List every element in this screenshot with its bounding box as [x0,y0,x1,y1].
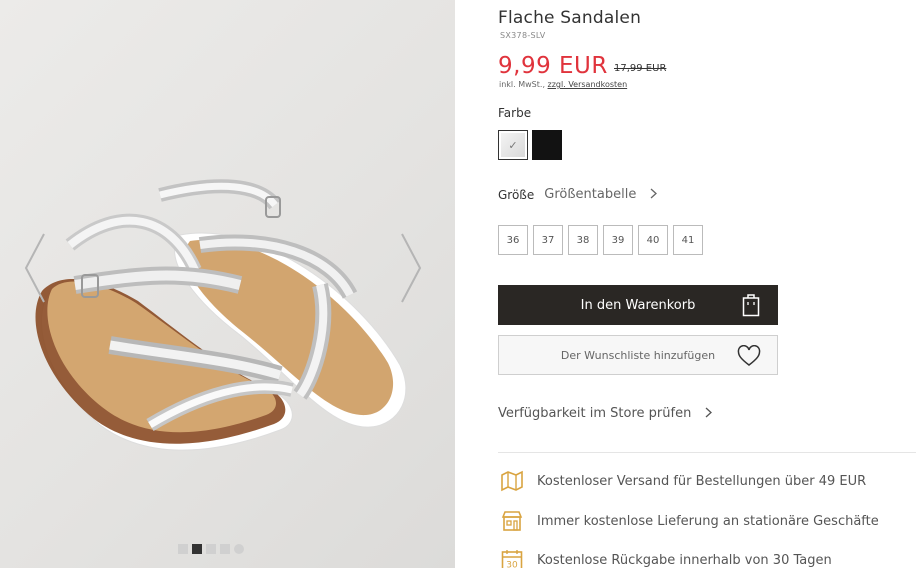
add-to-wishlist-button[interactable]: Der Wunschliste hinzufügen [498,335,778,375]
map-box-icon [498,467,526,495]
chevron-right-icon [650,188,658,202]
benefit-text: Kostenloser Versand für Bestellungen übe… [537,473,867,489]
check-store-availability-link[interactable]: Verfügbarkeit im Store prüfen [498,406,713,421]
add-to-cart-label: In den Warenkorb [580,297,696,313]
size-option-41[interactable]: 41 [673,225,703,255]
vat-text: inkl. MwSt., [499,80,545,89]
product-image [35,179,407,451]
gallery-dot[interactable] [220,544,230,554]
add-to-cart-button[interactable]: In den Warenkorb [498,285,778,325]
product-image-gallery [0,0,455,568]
shopping-bag-icon [742,293,760,321]
store-icon [498,507,526,535]
size-option-36[interactable]: 36 [498,225,528,255]
gallery-dot[interactable] [206,544,216,554]
calendar-30-icon: 30 [498,546,526,568]
gallery-dot-video[interactable] [234,544,244,554]
shipping-costs-link[interactable]: zzgl. Versandkosten [548,80,628,89]
product-title: Flache Sandalen [498,8,642,28]
check-store-label: Verfügbarkeit im Store prüfen [498,406,692,421]
size-label: Größe [498,187,535,202]
color-swatch-silver[interactable]: ✓ [498,130,528,160]
gallery-dot-active[interactable] [192,544,202,554]
size-option-39[interactable]: 39 [603,225,633,255]
divider [498,452,916,453]
benefit-store-delivery: Immer kostenlose Lieferung an stationäre… [498,507,879,535]
color-swatch-black[interactable] [532,130,562,160]
size-options: 36 37 38 39 40 41 [498,225,703,255]
gallery-pagination [178,544,244,554]
benefit-text: Kostenlose Rückgabe innerhalb von 30 Tag… [537,552,832,568]
size-chart-link[interactable]: Größentabelle [544,187,636,202]
benefit-text: Immer kostenlose Lieferung an stationäre… [537,513,879,529]
gallery-dot[interactable] [178,544,188,554]
heart-icon [737,344,761,370]
size-header: Größe Größentabelle [498,187,658,202]
vat-info: inkl. MwSt., zzgl. Versandkosten [499,80,627,89]
add-to-wishlist-label: Der Wunschliste hinzufügen [560,348,716,362]
benefit-free-shipping: Kostenloser Versand für Bestellungen übe… [498,467,866,495]
calendar-badge: 30 [506,561,518,568]
gallery-next-arrow[interactable] [396,230,426,306]
gallery-prev-arrow[interactable] [20,230,50,306]
size-option-40[interactable]: 40 [638,225,668,255]
size-option-38[interactable]: 38 [568,225,598,255]
benefit-free-returns: 30 Kostenlose Rückgabe innerhalb von 30 … [498,546,832,568]
product-old-price: 17,99 EUR [614,63,667,74]
product-sku: SX378-SLV [500,31,546,40]
product-info-panel: Flache Sandalen SX378-SLV 9,99 EUR 17,99… [498,0,916,568]
product-price: 9,99 EUR [498,53,608,79]
check-icon: ✓ [508,138,518,152]
chevron-right-icon [705,407,713,421]
color-label: Farbe [498,106,532,120]
size-option-37[interactable]: 37 [533,225,563,255]
